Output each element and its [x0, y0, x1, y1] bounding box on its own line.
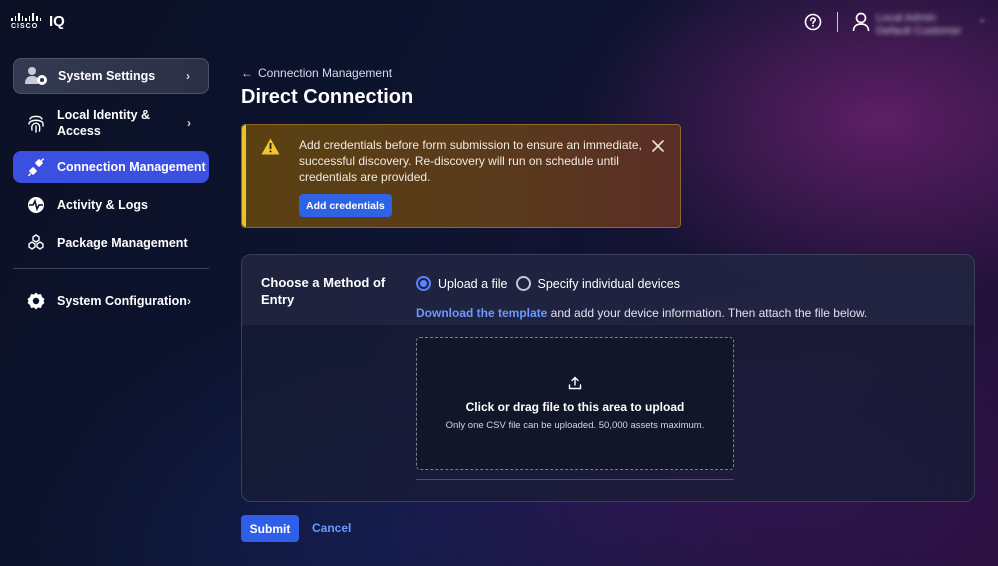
alert-message: Add credentials before form submission t…: [299, 138, 642, 184]
alert-accent-bar: [242, 125, 246, 227]
help-circle-icon[interactable]: [804, 13, 822, 31]
warning-alert: Add credentials before form submission t…: [241, 124, 681, 228]
upload-icon: [568, 376, 582, 390]
close-icon[interactable]: [651, 139, 665, 153]
sidebar-item-label: Package Management: [57, 236, 188, 250]
chevron-right-icon: ›: [187, 116, 191, 130]
specify-devices-radio[interactable]: [515, 276, 531, 291]
sidebar-item-label: Connection Management: [57, 160, 206, 174]
template-instructions: Download the template and add your devic…: [416, 306, 867, 320]
user-icon[interactable]: [852, 12, 870, 32]
upload-file-radio[interactable]: [416, 276, 431, 291]
dropzone-title: Click or drag file to this area to uploa…: [465, 400, 685, 414]
warning-icon: [261, 138, 280, 155]
pulse-icon: [21, 196, 51, 214]
sidebar-item-label: Local Identity & Access: [57, 108, 151, 138]
header-divider: [837, 12, 838, 32]
back-link-label: Connection Management: [258, 66, 393, 80]
sidebar-item-label: Activity & Logs: [57, 198, 148, 212]
submit-button[interactable]: Submit: [241, 515, 299, 542]
dropzone-underline: [416, 479, 734, 480]
method-label: Choose a Method of Entry: [261, 275, 386, 307]
sidebar-item-connection-management[interactable]: Connection Management: [13, 151, 209, 183]
download-template-link[interactable]: Download the template: [416, 306, 547, 320]
fingerprint-icon: [21, 113, 51, 133]
file-dropzone[interactable]: Click or drag file to this area to uploa…: [416, 337, 734, 470]
gear-icon: [21, 292, 51, 310]
cisco-logo[interactable]: CISCO: [11, 13, 42, 33]
upload-file-label[interactable]: Upload a file: [438, 277, 508, 291]
sidebar-item-package-management[interactable]: Package Management: [13, 230, 209, 256]
specify-devices-label[interactable]: Specify individual devices: [538, 277, 680, 291]
arrow-left-icon: ←: [241, 66, 253, 80]
cisco-logo-bars: [11, 13, 42, 21]
cisco-logo-word: CISCO: [11, 23, 39, 30]
sidebar-item-local-identity[interactable]: Local Identity & Access ›: [13, 104, 209, 142]
top-header: CISCO IQ Local Admin Default Customer ⌄: [0, 0, 998, 44]
sidebar-item-system-settings[interactable]: System Settings ›: [13, 58, 209, 94]
entry-method-card: Choose a Method of Entry Upload a file S…: [241, 254, 975, 502]
product-name: IQ: [49, 13, 65, 30]
page-title: Direct Connection: [241, 86, 414, 108]
cubes-icon: [21, 234, 51, 252]
cancel-button[interactable]: Cancel: [312, 521, 351, 535]
user-name[interactable]: Local Admin: [876, 12, 936, 24]
chevron-down-icon[interactable]: ⌄: [978, 14, 986, 25]
system-settings-icon: [22, 66, 52, 86]
sidebar-item-system-configuration[interactable]: System Configuration ›: [13, 282, 209, 320]
chevron-right-icon: ›: [187, 294, 191, 308]
sidebar: System Settings › Local Identity & Acces…: [0, 44, 222, 566]
dropzone-subtitle: Only one CSV file can be uploaded. 50,00…: [445, 420, 705, 431]
sidebar-divider: [13, 268, 209, 269]
template-instructions-text: and add your device information. Then at…: [547, 306, 868, 320]
back-link[interactable]: ← Connection Management: [241, 66, 392, 80]
method-radio-group: Upload a file Specify individual devices: [416, 276, 688, 291]
sidebar-item-activity-logs[interactable]: Activity & Logs: [13, 192, 209, 218]
plug-icon: [21, 158, 51, 176]
sidebar-item-label: System Settings: [58, 69, 156, 83]
add-credentials-button[interactable]: Add credentials: [299, 194, 392, 217]
user-org: Default Customer: [876, 25, 962, 37]
sidebar-item-label: System Configuration: [57, 294, 187, 308]
chevron-right-icon: ›: [186, 69, 190, 83]
